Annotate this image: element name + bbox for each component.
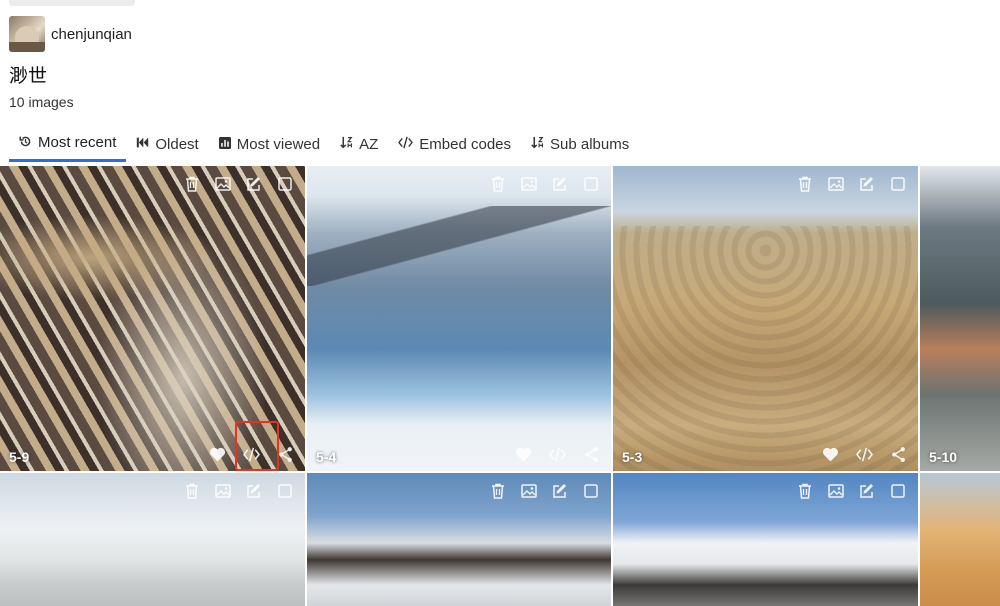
tab-embed-codes[interactable]: Embed codes xyxy=(388,126,521,162)
tab-label: Embed codes xyxy=(419,135,512,153)
select-checkbox[interactable] xyxy=(581,481,601,501)
code-icon xyxy=(398,136,414,152)
image-thumbnail[interactable] xyxy=(0,166,305,471)
image-thumbnail[interactable] xyxy=(920,166,1000,471)
tile-actions xyxy=(795,481,908,501)
delete-icon[interactable] xyxy=(182,481,202,501)
tab-label: Sub albums xyxy=(550,135,630,153)
select-checkbox[interactable] xyxy=(888,481,908,501)
image-count: 10 images xyxy=(9,94,74,110)
select-checkbox[interactable] xyxy=(275,481,295,501)
owner-name[interactable]: chenjunqian xyxy=(51,26,132,43)
image-label: 5-9 xyxy=(9,449,30,465)
delete-icon[interactable] xyxy=(795,174,815,194)
tab-most-viewed[interactable]: Most viewed xyxy=(209,126,330,162)
chart-icon xyxy=(218,136,231,152)
owner-info[interactable]: chenjunqian xyxy=(9,16,132,52)
edit-icon[interactable] xyxy=(550,481,570,501)
embed-code-icon[interactable] xyxy=(241,444,261,464)
sort-icon xyxy=(531,136,544,152)
tile-bottom-actions xyxy=(207,444,295,464)
edit-icon[interactable] xyxy=(857,481,877,501)
select-checkbox[interactable] xyxy=(275,174,295,194)
tile-actions xyxy=(182,174,295,194)
share-icon[interactable] xyxy=(275,444,295,464)
tile-actions xyxy=(488,174,601,194)
image-icon[interactable] xyxy=(519,481,539,501)
image-tile[interactable]: 5-10 xyxy=(920,166,1000,471)
tile-bottom-actions xyxy=(513,444,601,464)
image-tile[interactable] xyxy=(307,473,611,606)
sort-icon xyxy=(340,136,353,152)
share-icon[interactable] xyxy=(581,444,601,464)
sort-tabs: Most recent Oldest Most viewed AZ Embed … xyxy=(9,126,639,166)
embed-code-icon[interactable] xyxy=(854,444,874,464)
image-tile[interactable] xyxy=(0,473,305,606)
history-icon xyxy=(19,135,32,151)
top-strip xyxy=(9,0,135,6)
skip-back-icon xyxy=(136,136,149,152)
image-tile[interactable]: 5-4 xyxy=(307,166,611,471)
image-thumbnail[interactable] xyxy=(920,473,1000,606)
image-tile[interactable] xyxy=(613,473,918,606)
image-icon[interactable] xyxy=(213,174,233,194)
embed-code-icon[interactable] xyxy=(547,444,567,464)
tab-most-recent[interactable]: Most recent xyxy=(9,126,127,162)
image-label: 5-10 xyxy=(929,449,958,465)
image-icon[interactable] xyxy=(826,174,846,194)
image-grid: 5-9 5-4 5-3 5-10 xyxy=(0,166,1000,606)
tab-oldest[interactable]: Oldest xyxy=(126,126,208,162)
tab-sub-albums[interactable]: Sub albums xyxy=(521,126,639,162)
tab-az[interactable]: AZ xyxy=(330,126,388,162)
tile-actions xyxy=(182,481,295,501)
tab-label: Most recent xyxy=(38,134,117,151)
image-icon[interactable] xyxy=(213,481,233,501)
edit-icon[interactable] xyxy=(550,174,570,194)
tab-label: Most viewed xyxy=(236,135,321,153)
delete-icon[interactable] xyxy=(488,174,508,194)
heart-icon[interactable] xyxy=(207,444,227,464)
heart-icon[interactable] xyxy=(820,444,840,464)
edit-icon[interactable] xyxy=(244,174,264,194)
image-icon[interactable] xyxy=(519,174,539,194)
delete-icon[interactable] xyxy=(488,481,508,501)
select-checkbox[interactable] xyxy=(888,174,908,194)
tile-actions xyxy=(795,174,908,194)
image-tile[interactable] xyxy=(920,473,1000,606)
delete-icon[interactable] xyxy=(182,174,202,194)
image-tile[interactable]: 5-9 xyxy=(0,166,305,471)
image-icon[interactable] xyxy=(826,481,846,501)
album-title: 渺世 xyxy=(9,65,48,87)
delete-icon[interactable] xyxy=(795,481,815,501)
share-icon[interactable] xyxy=(888,444,908,464)
image-thumbnail[interactable] xyxy=(307,166,611,471)
select-checkbox[interactable] xyxy=(581,174,601,194)
tile-bottom-actions xyxy=(820,444,908,464)
image-thumbnail[interactable] xyxy=(613,166,918,471)
heart-icon[interactable] xyxy=(513,444,533,464)
image-tile[interactable]: 5-3 xyxy=(613,166,918,471)
edit-icon[interactable] xyxy=(857,174,877,194)
tile-actions xyxy=(488,481,601,501)
avatar[interactable] xyxy=(9,16,45,52)
edit-icon[interactable] xyxy=(244,481,264,501)
tab-label: AZ xyxy=(359,135,379,153)
tab-label: Oldest xyxy=(155,135,199,153)
image-label: 5-3 xyxy=(622,449,643,465)
image-label: 5-4 xyxy=(316,449,337,465)
